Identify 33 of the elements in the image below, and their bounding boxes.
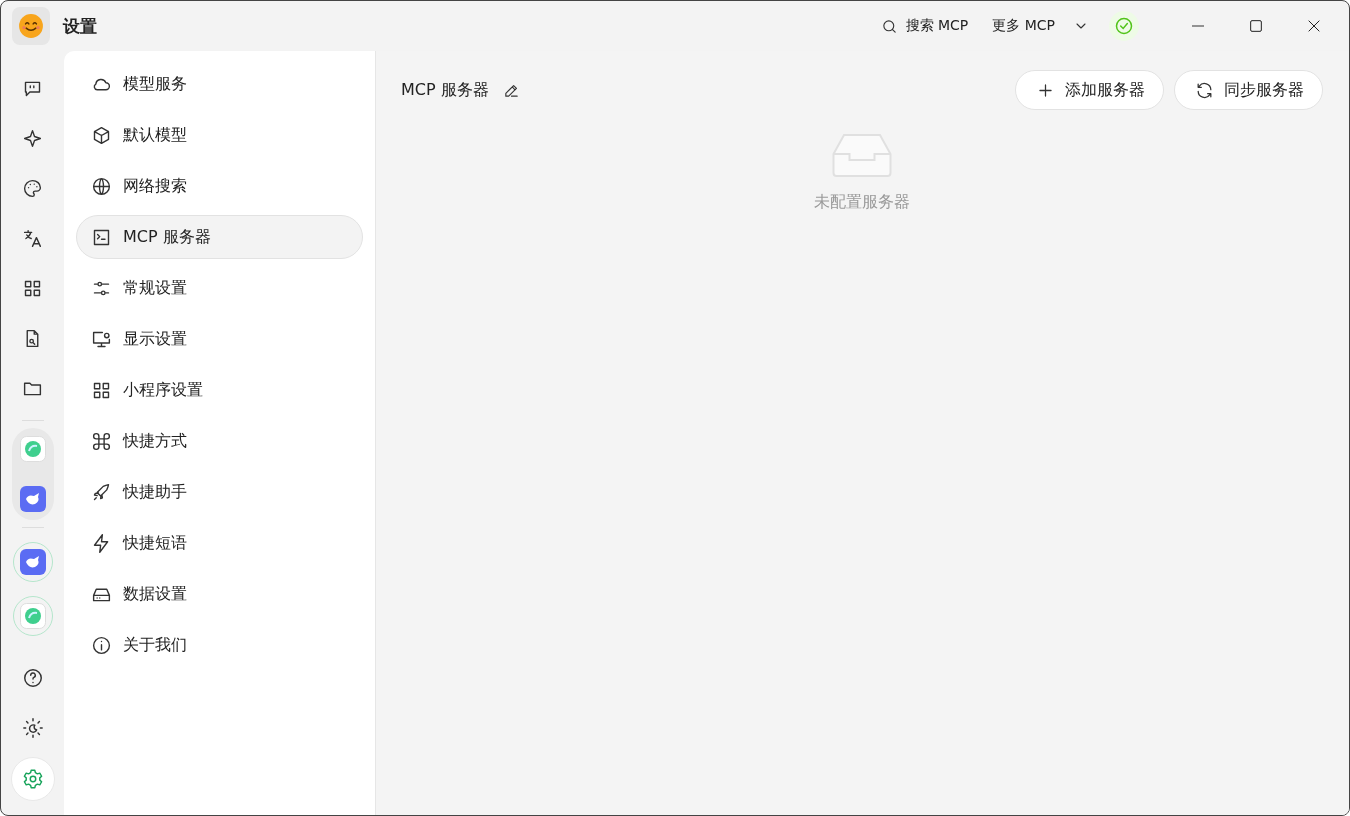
settings-menu-item[interactable]: 模型服务 xyxy=(76,62,363,106)
settings-menu-item[interactable]: 关于我们 xyxy=(76,623,363,667)
orb-app-icon xyxy=(19,603,46,629)
more-mcp-dropdown[interactable]: 更多 MCP xyxy=(980,17,1101,35)
settings-menu-item[interactable]: 常规设置 xyxy=(76,266,363,310)
sync-server-button[interactable]: 同步服务器 xyxy=(1174,70,1323,110)
whale-app-icon xyxy=(19,549,46,575)
settings-menu-item[interactable]: 默认模型 xyxy=(76,113,363,157)
rocket-icon xyxy=(91,481,112,503)
empty-state-text: 未配置服务器 xyxy=(814,192,910,213)
settings-menu-item[interactable]: 快捷短语 xyxy=(76,521,363,565)
info-icon xyxy=(91,634,112,656)
settings-menu-item[interactable]: 数据设置 xyxy=(76,572,363,616)
refresh-icon xyxy=(1195,80,1214,100)
settings-menu-item[interactable]: 快捷助手 xyxy=(76,470,363,514)
settings-menu-item[interactable]: 快捷方式 xyxy=(76,419,363,463)
window-title: 设置 xyxy=(63,14,97,38)
settings-menu-item[interactable]: MCP 服务器 xyxy=(76,215,363,259)
command-key-icon xyxy=(91,430,112,452)
search-mcp-button[interactable]: 搜索 MCP xyxy=(868,17,981,35)
settings-icon[interactable] xyxy=(10,757,55,801)
status-check-icon[interactable] xyxy=(1109,11,1139,41)
settings-menu-item[interactable]: 小程序设置 xyxy=(76,368,363,412)
globe-icon xyxy=(91,175,112,197)
search-icon xyxy=(880,17,898,35)
settings-menu-item[interactable]: 显示设置 xyxy=(76,317,363,361)
empty-inbox-icon xyxy=(832,132,892,178)
add-server-button[interactable]: 添加服务器 xyxy=(1015,70,1164,110)
page-title: MCP 服务器 xyxy=(401,79,489,101)
smiley-logo-icon[interactable] xyxy=(12,7,50,45)
cube-icon xyxy=(91,124,112,146)
whale-app-icon[interactable] xyxy=(19,486,46,512)
settings-menu-item[interactable]: 网络搜索 xyxy=(76,164,363,208)
